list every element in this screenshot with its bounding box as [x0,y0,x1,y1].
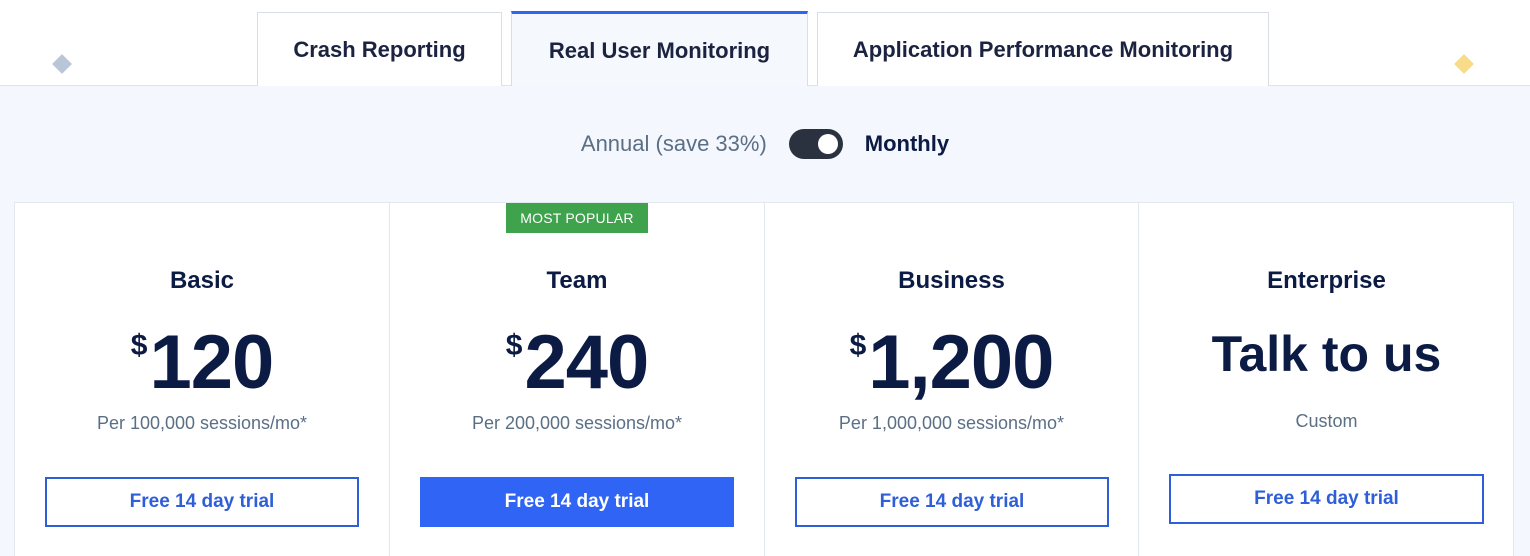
currency-symbol: $ [130,329,148,362]
monthly-option-label[interactable]: Monthly [865,131,949,157]
annual-option-label[interactable]: Annual (save 33%) [581,131,767,157]
plan-card-enterprise: Enterprise Talk to us Custom Free 14 day… [1139,203,1514,556]
plan-unit: Per 1,000,000 sessions/mo* [838,413,1065,433]
price-amount: 240 [524,320,649,405]
plan-name: Basic [169,267,235,294]
plan-name: Business [898,267,1005,294]
plan-price: $ 120 [15,321,389,405]
plan-name: Team [546,267,608,294]
plan-price: $ 240 [390,321,764,405]
currency-symbol: $ [849,329,867,362]
product-tabs-bar: Crash Reporting Real User Monitoring App… [0,0,1530,87]
talk-to-us-headline: Talk to us [1211,326,1442,382]
price-amount: 120 [149,320,274,405]
currency-symbol: $ [505,329,523,362]
pricing-cards: Basic $ 120 Per 100,000 sessions/mo* Fre… [14,202,1514,556]
tab-application-performance-monitoring[interactable]: Application Performance Monitoring [817,12,1269,87]
diamond-decoration-icon [1454,54,1474,74]
plan-unit: Per 200,000 sessions/mo* [471,413,683,433]
plan-unit: Custom [1295,411,1358,431]
billing-period-toggle: Annual (save 33%) Monthly [0,128,1530,160]
free-trial-button[interactable]: Free 14 day trial [420,477,734,527]
billing-switch[interactable] [788,129,843,159]
plan-name: Enterprise [1267,267,1386,294]
plan-card-basic: Basic $ 120 Per 100,000 sessions/mo* Fre… [15,203,390,556]
plan-unit: Per 100,000 sessions/mo* [96,413,308,433]
free-trial-button[interactable]: Free 14 day trial [1169,474,1484,524]
most-popular-badge: MOST POPULAR [506,203,648,233]
pricing-section: Annual (save 33%) Monthly Basic $ 120 Pe… [0,86,1530,556]
plan-card-business: Business $ 1,200 Per 1,000,000 sessions/… [765,203,1139,556]
tab-crash-reporting[interactable]: Crash Reporting [257,12,502,87]
diamond-decoration-icon [52,54,72,74]
price-amount: 1,200 [868,320,1054,405]
switch-knob [817,134,838,154]
free-trial-button[interactable]: Free 14 day trial [795,477,1109,527]
tab-real-user-monitoring[interactable]: Real User Monitoring [511,11,808,87]
plan-card-team: MOST POPULAR Team $ 240 Per 200,000 sess… [390,203,765,556]
free-trial-button[interactable]: Free 14 day trial [45,477,359,527]
plan-price: $ 1,200 [765,321,1138,405]
